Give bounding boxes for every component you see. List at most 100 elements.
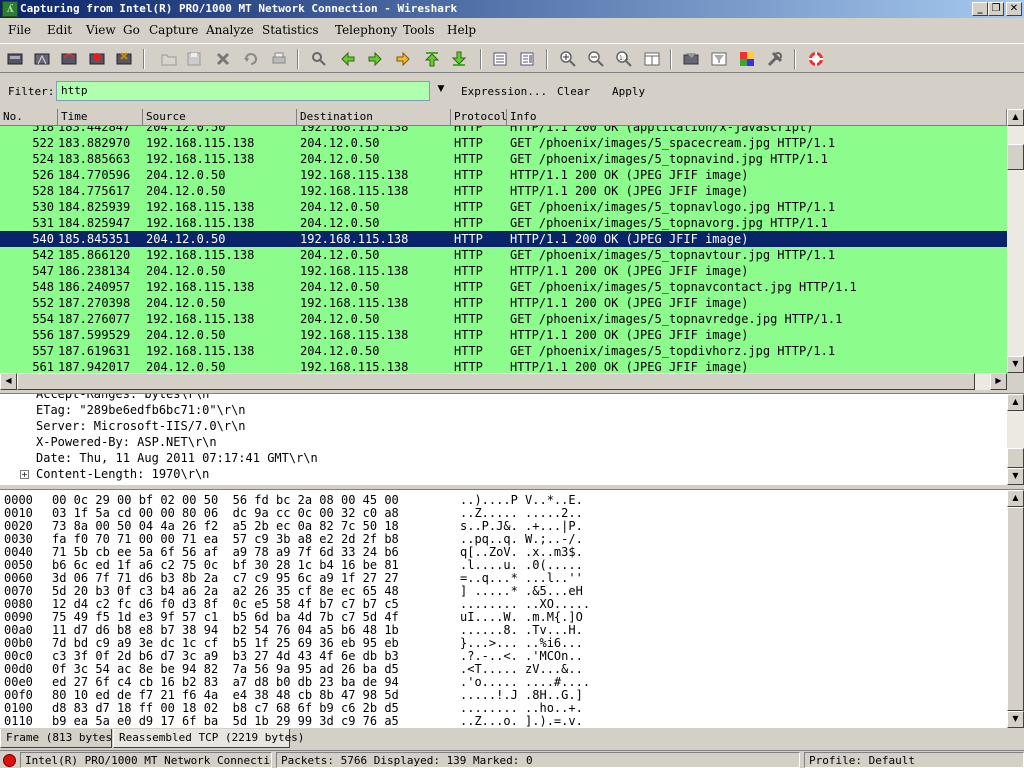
- packet-row[interactable]: 526 184.770596 204.12.0.50 192.168.115.138 H…: [0, 167, 1007, 183]
- close-button[interactable]: ✕: [1006, 2, 1022, 16]
- scroll-down-icon[interactable]: ▼: [1007, 711, 1024, 728]
- hex-line[interactable]: 0110 b9 ea 5a e0 d9 17 6f ba 5d 1b 29 99 …: [4, 715, 1004, 728]
- packet-row[interactable]: 518 183.442847 204.12.0.50 192.168.115.138 H…: [0, 126, 1007, 135]
- tab-frame[interactable]: Frame (813 bytes): [0, 729, 119, 748]
- menu-statistics[interactable]: Statistics: [262, 23, 319, 37]
- detail-line[interactable]: ETag: "289be6edfb6bc71:0"\r\n: [36, 402, 246, 418]
- colorize-icon[interactable]: [489, 48, 511, 70]
- column-source[interactable]: Source: [143, 109, 297, 126]
- detail-line[interactable]: Date: Thu, 11 Aug 2011 07:17:41 GMT\r\n: [36, 450, 318, 466]
- packet-list-hscrollbar[interactable]: ◀ ▶: [0, 373, 1007, 390]
- go-to-packet-icon[interactable]: [392, 48, 414, 70]
- go-forward-icon[interactable]: [364, 48, 386, 70]
- packet-cell-no: 540: [32, 232, 54, 246]
- restart-capture-icon[interactable]: [113, 48, 135, 70]
- autoscroll-icon[interactable]: [516, 48, 538, 70]
- menu-tools[interactable]: Tools: [403, 23, 435, 37]
- status-profile[interactable]: Profile: Default: [804, 752, 1024, 768]
- display-filters-icon[interactable]: [708, 48, 730, 70]
- column-time[interactable]: Time: [58, 109, 143, 126]
- filter-input[interactable]: http: [56, 81, 430, 101]
- zoom-normal-icon[interactable]: 1:1: [613, 48, 635, 70]
- resize-columns-icon[interactable]: [641, 48, 663, 70]
- column-destination[interactable]: Destination: [297, 109, 451, 126]
- packet-rows: 518 183.442847 204.12.0.50 192.168.115.138 H…: [0, 126, 1007, 373]
- zoom-in-icon[interactable]: [557, 48, 579, 70]
- detail-line[interactable]: Server: Microsoft-IIS/7.0\r\n: [36, 418, 246, 434]
- menu-file[interactable]: File: [8, 23, 31, 37]
- packet-cell-time: 187.270398: [58, 296, 131, 310]
- scroll-right-icon[interactable]: ▶: [990, 373, 1007, 390]
- column-info[interactable]: Info: [507, 109, 1007, 126]
- detail-line[interactable]: Content-Length: 1970\r\n: [36, 466, 209, 482]
- detail-line[interactable]: X-Powered-By: ASP.NET\r\n: [36, 434, 217, 450]
- find-packet-icon[interactable]: [308, 48, 330, 70]
- packet-row[interactable]: 522 183.882970 192.168.115.138 204.12.0.50 H…: [0, 135, 1007, 151]
- menu-go[interactable]: Go: [123, 23, 140, 37]
- reload-icon[interactable]: [240, 48, 262, 70]
- apply-button[interactable]: Apply: [612, 85, 645, 98]
- packet-row[interactable]: 552 187.270398 204.12.0.50 192.168.115.138 H…: [0, 295, 1007, 311]
- coloring-rules-icon[interactable]: [736, 48, 758, 70]
- scrollbar-thumb[interactable]: [1007, 507, 1024, 711]
- options-icon[interactable]: [31, 48, 53, 70]
- packet-row[interactable]: 542 185.866120 192.168.115.138 204.12.0.50 H…: [0, 247, 1007, 263]
- interfaces-icon[interactable]: [4, 48, 26, 70]
- menu-telephony[interactable]: Telephony: [335, 23, 397, 37]
- scroll-up-icon[interactable]: ▲: [1007, 109, 1024, 126]
- column-no[interactable]: No.: [0, 109, 58, 126]
- packet-row[interactable]: 554 187.276077 192.168.115.138 204.12.0.50 H…: [0, 311, 1007, 327]
- packet-row[interactable]: 524 183.885663 192.168.115.138 204.12.0.50 H…: [0, 151, 1007, 167]
- help-icon[interactable]: [805, 48, 827, 70]
- packet-list-scrollbar[interactable]: ▲ ▼: [1007, 109, 1024, 373]
- packet-row[interactable]: 548 186.240957 192.168.115.138 204.12.0.50 H…: [0, 279, 1007, 295]
- preferences-icon[interactable]: [764, 48, 786, 70]
- scroll-down-icon[interactable]: ▼: [1007, 356, 1024, 373]
- capture-status-icon[interactable]: [3, 754, 16, 767]
- zoom-out-icon[interactable]: [585, 48, 607, 70]
- packet-row[interactable]: 528 184.775617 204.12.0.50 192.168.115.138 H…: [0, 183, 1007, 199]
- clear-button[interactable]: Clear: [557, 85, 590, 98]
- save-file-icon[interactable]: [183, 48, 205, 70]
- packet-row[interactable]: 556 187.599529 204.12.0.50 192.168.115.138 H…: [0, 327, 1007, 343]
- menu-analyze[interactable]: Analyze: [206, 23, 254, 37]
- go-first-icon[interactable]: [421, 48, 443, 70]
- scrollbar-thumb[interactable]: [1007, 448, 1024, 468]
- main-toolbar: 1:1: [0, 43, 1024, 73]
- menu-edit[interactable]: Edit: [47, 23, 72, 37]
- bytes-scrollbar[interactable]: ▲ ▼: [1007, 490, 1024, 728]
- capture-filters-icon[interactable]: [680, 48, 702, 70]
- expression-button[interactable]: Expression...: [461, 85, 547, 98]
- minimize-button[interactable]: _: [972, 2, 988, 16]
- maximize-button[interactable]: ❐: [988, 2, 1004, 16]
- go-last-icon[interactable]: [448, 48, 470, 70]
- filter-dropdown-icon[interactable]: ▼: [434, 84, 448, 98]
- go-back-icon[interactable]: [337, 48, 359, 70]
- scroll-left-icon[interactable]: ◀: [0, 373, 17, 390]
- start-capture-icon[interactable]: [58, 48, 80, 70]
- print-icon[interactable]: [268, 48, 290, 70]
- selected-packet-row[interactable]: 540 185.845351 204.12.0.50 192.168.115.138 H…: [0, 231, 1007, 247]
- menu-view[interactable]: View: [86, 23, 116, 37]
- menu-help[interactable]: Help: [447, 23, 476, 37]
- detail-line[interactable]: Accept-Ranges: bytes\r\n: [36, 394, 209, 402]
- expand-icon[interactable]: +: [20, 470, 29, 479]
- scroll-down-icon[interactable]: ▼: [1007, 468, 1024, 485]
- packet-row[interactable]: 530 184.825939 192.168.115.138 204.12.0.50 H…: [0, 199, 1007, 215]
- column-protocol[interactable]: Protocol: [451, 109, 507, 126]
- menu-capture[interactable]: Capture: [149, 23, 198, 37]
- scroll-up-icon[interactable]: ▲: [1007, 490, 1024, 507]
- close-file-icon[interactable]: [212, 48, 234, 70]
- packet-row[interactable]: 547 186.238134 204.12.0.50 192.168.115.138 H…: [0, 263, 1007, 279]
- scrollbar-thumb[interactable]: [1007, 144, 1024, 170]
- packet-row[interactable]: 561 187.942017 204.12.0.50 192.168.115.138 H…: [0, 359, 1007, 373]
- hscrollbar-thumb[interactable]: [17, 373, 975, 390]
- details-scrollbar[interactable]: ▲ ▼: [1007, 394, 1024, 485]
- stop-capture-icon[interactable]: [86, 48, 108, 70]
- open-file-icon[interactable]: [158, 48, 180, 70]
- tab-reassembled-tcp[interactable]: Reassembled TCP (2219 bytes): [113, 729, 304, 748]
- scroll-up-icon[interactable]: ▲: [1007, 394, 1024, 411]
- packet-row[interactable]: 531 184.825947 192.168.115.138 204.12.0.50 H…: [0, 215, 1007, 231]
- packet-cell-src: 192.168.115.138: [146, 216, 255, 230]
- packet-row[interactable]: 557 187.619631 192.168.115.138 204.12.0.50 H…: [0, 343, 1007, 359]
